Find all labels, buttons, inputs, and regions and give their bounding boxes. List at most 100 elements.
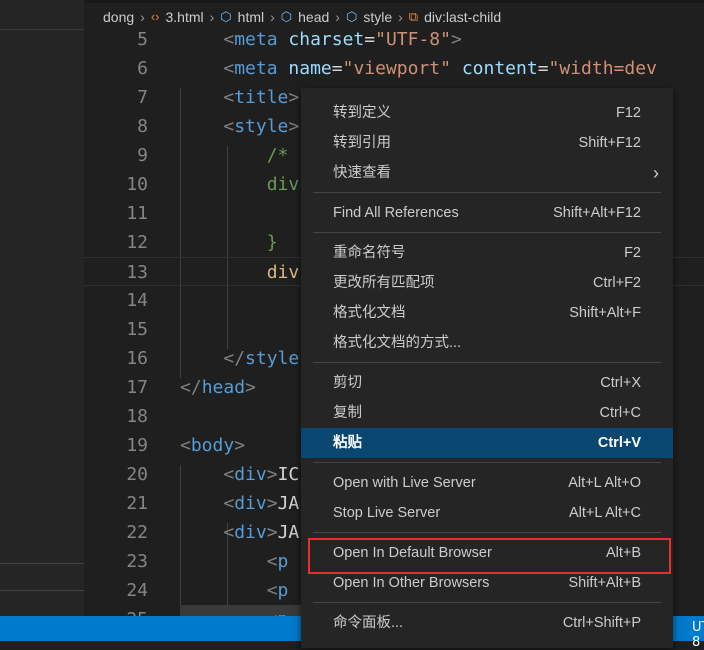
breadcrumb-item[interactable]: div:last-child xyxy=(424,9,501,25)
menu-item-label: 重命名符号 xyxy=(333,245,406,261)
menu-separator xyxy=(313,602,661,603)
status-encoding[interactable]: UTF-8 xyxy=(692,620,704,650)
line-number: 22 xyxy=(126,522,148,543)
line-number: 17 xyxy=(126,377,148,398)
breadcrumb-item[interactable]: style xyxy=(363,9,392,25)
menu-item[interactable]: Find All References Shift+Alt+F12 xyxy=(301,198,673,228)
code-text: div xyxy=(266,262,300,283)
menu-item-shortcut: Shift+F12 xyxy=(578,135,641,151)
line-number: 23 xyxy=(126,551,148,572)
menu-item-label: 粘贴 xyxy=(333,435,362,451)
menu-item[interactable]: 粘贴 Ctrl+V xyxy=(301,428,673,458)
cube-icon: ⬡ xyxy=(345,8,358,24)
menu-item-label: 剪切 xyxy=(333,375,362,391)
line-number: 12 xyxy=(126,232,148,253)
menu-item[interactable]: Stop Live Server Alt+L Alt+C xyxy=(301,498,673,528)
menu-item-shortcut: Alt+L Alt+C xyxy=(568,505,641,521)
menu-item-label: 格式化文档的方式... xyxy=(333,335,462,351)
line-number: 21 xyxy=(126,493,148,514)
menu-item[interactable]: 格式化文档的方式... xyxy=(301,328,673,358)
code-text: <meta name="viewport" content="width=dev xyxy=(223,58,657,79)
line-number: 20 xyxy=(126,464,148,485)
menu-item-shortcut: Ctrl+F2 xyxy=(593,275,641,291)
chevron-right-icon: › xyxy=(335,8,340,25)
menu-separator xyxy=(313,532,661,533)
breadcrumb-item[interactable]: head xyxy=(298,9,329,25)
menu-separator xyxy=(313,462,661,463)
code-line[interactable]: 5 <meta charset="UTF-8"> xyxy=(84,25,704,54)
menu-item[interactable]: 更改所有匹配项 Ctrl+F2 xyxy=(301,268,673,298)
code-text: /* xyxy=(266,145,289,166)
line-number: 16 xyxy=(126,348,148,369)
breadcrumb-item[interactable]: html xyxy=(238,9,264,25)
menu-item-label: 更改所有匹配项 xyxy=(333,275,435,291)
menu-item[interactable]: 转到定义 F12 xyxy=(301,98,673,128)
chevron-right-icon: › xyxy=(653,163,659,183)
line-number: 11 xyxy=(126,203,148,224)
code-text: <title> xyxy=(223,87,300,108)
highlight-box xyxy=(308,538,671,574)
cube-icon: ⬡ xyxy=(220,8,232,24)
code-text: } xyxy=(266,232,278,253)
line-number: 8 xyxy=(137,116,148,137)
menu-item-label: 转到定义 xyxy=(333,105,391,121)
code-text: <p xyxy=(266,551,289,572)
line-number: 6 xyxy=(137,58,148,79)
menu-item-label: Find All References xyxy=(333,205,459,221)
line-number: 10 xyxy=(126,174,148,195)
menu-item-label: 命令面板... xyxy=(333,615,404,631)
menu-item-shortcut: Ctrl+C xyxy=(599,405,642,421)
menu-item[interactable]: 格式化文档 Shift+Alt+F xyxy=(301,298,673,328)
menu-item[interactable]: 重命名符号 F2 xyxy=(301,238,673,268)
menu-item[interactable]: 转到引用 Shift+F12 xyxy=(301,128,673,158)
menu-item-shortcut: Ctrl+Shift+P xyxy=(562,615,641,631)
breadcrumb-item[interactable]: 3.html xyxy=(166,9,204,25)
html-file-icon: ‹› xyxy=(150,9,160,24)
menu-separator xyxy=(313,362,661,363)
line-number: 7 xyxy=(137,87,148,108)
line-number: 13 xyxy=(126,262,148,283)
code-text: div xyxy=(266,174,300,195)
menu-item-label: Stop Live Server xyxy=(333,505,441,521)
menu-item-shortcut: Ctrl+V xyxy=(597,435,641,451)
line-number: 9 xyxy=(137,145,148,166)
menu-item-shortcut: F2 xyxy=(624,245,641,261)
menu-item-label: 快速查看 xyxy=(333,165,391,181)
code-text: <div>JA xyxy=(223,522,300,543)
chevron-right-icon: › xyxy=(140,8,145,25)
code-text: </style xyxy=(223,348,300,369)
line-number: 18 xyxy=(126,406,148,427)
menu-item[interactable]: 命令面板... Ctrl+Shift+P xyxy=(301,608,673,638)
code-text: </head> xyxy=(180,377,256,398)
chevron-right-icon: › xyxy=(398,8,403,25)
menu-item-shortcut: F12 xyxy=(616,105,641,121)
code-text: <body> xyxy=(180,435,246,456)
side-panel xyxy=(0,0,84,616)
breadcrumb-item[interactable]: dong xyxy=(103,9,134,25)
line-number: 5 xyxy=(137,29,148,50)
menu-item[interactable]: 剪切 Ctrl+X xyxy=(301,368,673,398)
line-number: 24 xyxy=(126,580,148,601)
menu-item[interactable]: 复制 Ctrl+C xyxy=(301,398,673,428)
chevron-right-icon: › xyxy=(270,8,275,25)
menu-item-shortcut: Shift+Alt+F xyxy=(569,305,641,321)
menu-item-label: 格式化文档 xyxy=(333,305,406,321)
menu-item-shortcut: Shift+Alt+F12 xyxy=(553,205,641,221)
code-text: <p xyxy=(266,580,289,601)
menu-item[interactable]: Open with Live Server Alt+L Alt+O xyxy=(301,468,673,498)
line-number: 14 xyxy=(126,290,148,311)
menu-separator xyxy=(313,232,661,233)
line-number: 15 xyxy=(126,319,148,340)
menu-item[interactable]: 快速查看 › xyxy=(301,158,673,188)
code-text: <div>IC xyxy=(223,464,300,485)
code-text: <meta charset="UTF-8"> xyxy=(223,29,462,50)
menu-item-label: Open with Live Server xyxy=(333,475,476,491)
code-line[interactable]: 6 <meta name="viewport" content="width=d… xyxy=(84,54,704,83)
menu-item-shortcut: Ctrl+X xyxy=(600,375,641,391)
code-text: <div>JA xyxy=(223,493,300,514)
cube-icon: ⬡ xyxy=(280,8,293,24)
chevron-right-icon: › xyxy=(209,8,215,25)
code-text: <style> xyxy=(223,116,300,137)
menu-separator xyxy=(313,192,661,193)
menu-item-shortcut: Alt+L Alt+O xyxy=(568,475,641,491)
